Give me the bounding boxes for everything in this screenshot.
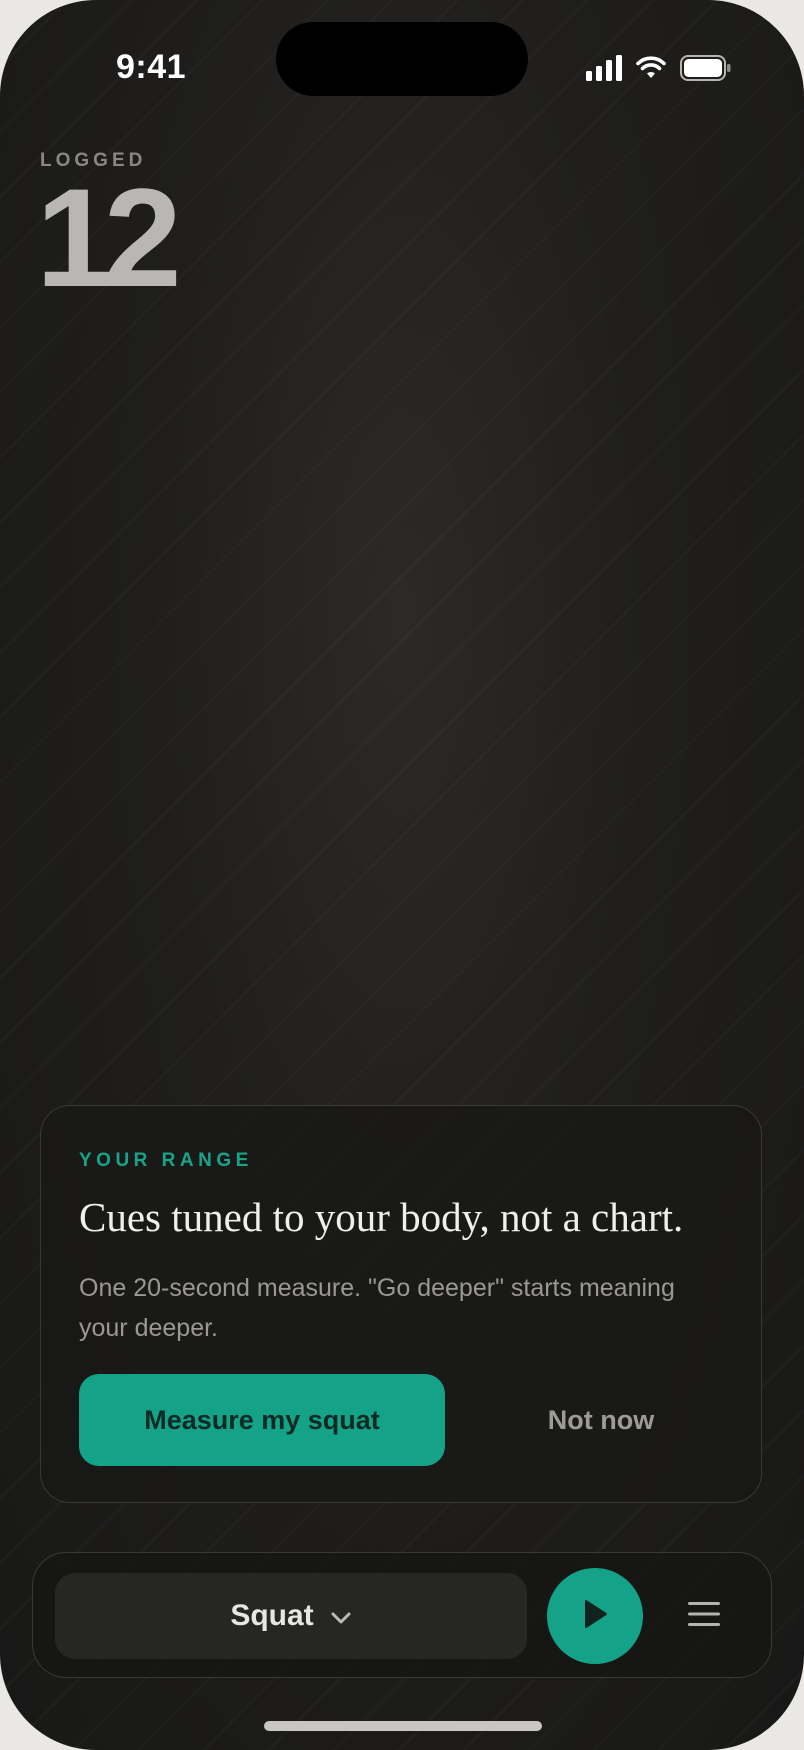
play-icon bbox=[580, 1598, 610, 1635]
not-now-button[interactable]: Not now bbox=[481, 1374, 721, 1466]
battery-icon bbox=[680, 55, 732, 81]
card-body: One 20-second measure. "Go deeper" start… bbox=[79, 1274, 675, 1342]
phone-screen: 9:41 LOGGED 12 YOUR RANGE Cues tuned to … bbox=[0, 0, 804, 1750]
card-eyebrow: YOUR RANGE bbox=[79, 1150, 253, 1171]
dynamic-island bbox=[276, 22, 528, 96]
exercise-label: Squat bbox=[230, 1599, 314, 1632]
play-button[interactable] bbox=[547, 1568, 643, 1664]
exercise-selector[interactable]: Squat bbox=[55, 1573, 527, 1659]
chevron-down-icon bbox=[330, 1599, 352, 1633]
home-indicator[interactable] bbox=[264, 1721, 542, 1731]
menu-icon bbox=[688, 1601, 720, 1632]
status-icons bbox=[586, 54, 732, 82]
logged-count: 12 bbox=[36, 159, 182, 316]
menu-button[interactable] bbox=[679, 1591, 729, 1641]
cellular-signal-icon bbox=[586, 55, 622, 81]
measure-squat-button[interactable]: Measure my squat bbox=[79, 1374, 445, 1466]
card-title: Cues tuned to your body, not a chart. bbox=[79, 1194, 684, 1240]
range-calibration-card: YOUR RANGE Cues tuned to your body, not … bbox=[40, 1105, 762, 1503]
bottom-control-bar: Squat bbox=[32, 1552, 772, 1678]
wifi-icon bbox=[636, 56, 666, 80]
status-time: 9:41 bbox=[116, 48, 187, 86]
